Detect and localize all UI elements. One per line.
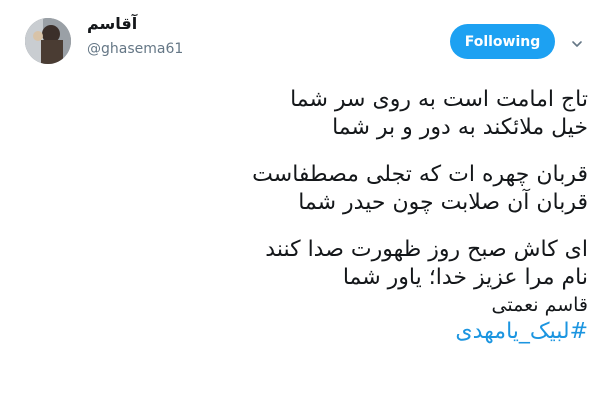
- chevron-down-icon[interactable]: [571, 35, 583, 47]
- hashtag-link[interactable]: #لبیک_یامهدی: [455, 319, 588, 344]
- tweet-line: قربان آن صلابت چون حیدر شما: [298, 190, 588, 215]
- display-name[interactable]: آقاسم: [87, 14, 137, 34]
- tweet-header: آقاسم @ghasema61 Following: [0, 0, 612, 84]
- stanza-gap: [28, 142, 588, 161]
- user-handle[interactable]: @ghasema61: [87, 40, 183, 58]
- tweet-line: قربان چهره ات که تجلی مصطفاست: [252, 162, 588, 187]
- tweet-line: تاج امامت است به روی سر شما: [290, 87, 588, 112]
- following-button[interactable]: Following: [450, 24, 555, 59]
- tweet-signature: قاسم نعمتی: [491, 294, 588, 316]
- avatar[interactable]: [25, 18, 71, 64]
- tweet-text: تاج امامت است به روی سر شما خیل ملائکند …: [28, 86, 588, 346]
- tweet-line: نام مرا عزیز خدا؛ یاور شما: [342, 265, 588, 290]
- tweet-line: خیل ملائکند به دور و بر شما: [332, 115, 588, 140]
- tweet-line: ای کاش صبح روز ظهورت صدا کنند: [265, 237, 588, 262]
- stanza-gap: [28, 217, 588, 236]
